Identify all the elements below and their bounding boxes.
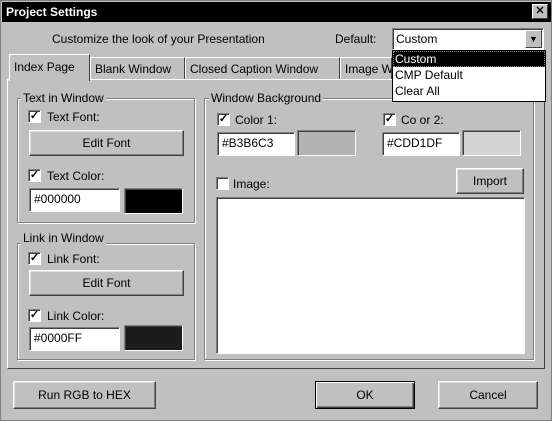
text-edit-font-button[interactable]: Edit Font (29, 130, 184, 156)
link-font-checkbox[interactable]: ✓ (28, 252, 41, 265)
image-checkbox[interactable] (216, 177, 229, 190)
link-color-checkbox[interactable]: ✓ (28, 309, 41, 322)
color2-label: Co or 2: (401, 113, 444, 127)
color2-swatch[interactable] (462, 130, 521, 156)
default-select-value: Custom (396, 32, 438, 46)
color1-label: Color 1: (235, 113, 278, 127)
default-select[interactable]: Custom ▼ (392, 28, 544, 50)
color2-checkbox[interactable]: ✓ (383, 113, 396, 126)
header-text: Customize the look of your Presentation (52, 32, 265, 46)
link-color-label: Link Color: (47, 309, 105, 323)
color1-swatch[interactable] (297, 130, 356, 156)
tab-panel: Text in Window ✓ Text Font: Edit Font ✓ … (7, 79, 545, 369)
text-color-swatch[interactable] (124, 188, 183, 214)
import-button[interactable]: Import (456, 168, 524, 194)
link-font-label: Link Font: (47, 252, 100, 266)
chevron-down-icon[interactable]: ▼ (525, 30, 542, 48)
image-label: Image: (233, 177, 270, 191)
link-in-window-label: Link in Window (21, 231, 106, 245)
color1-input[interactable]: #B3B6C3 (217, 132, 295, 156)
link-edit-font-button[interactable]: Edit Font (29, 270, 184, 296)
run-rgb-to-hex-button[interactable]: Run RGB to HEX (13, 381, 156, 409)
tab-image-window[interactable]: Image W (340, 57, 392, 79)
text-font-checkbox[interactable]: ✓ (28, 110, 41, 123)
default-dropdown-list: Custom CMP Default Clear All (392, 50, 546, 102)
image-preview-area (216, 197, 525, 354)
project-settings-dialog: Project Settings ✕ Customize the look of… (0, 0, 552, 421)
text-font-label: Text Font: (47, 110, 100, 124)
dropdown-option-custom[interactable]: Custom (393, 51, 545, 67)
tab-index-page[interactable]: Index Page (9, 54, 90, 81)
text-in-window-label: Text in Window (21, 91, 106, 105)
text-color-input[interactable]: #000000 (29, 188, 120, 212)
ok-button[interactable]: OK (315, 381, 415, 409)
window-background-label: Window Background (209, 91, 324, 105)
default-label: Default: (335, 32, 377, 46)
text-color-label: Text Color: (47, 169, 105, 183)
dropdown-option-cmp-default[interactable]: CMP Default (393, 67, 545, 83)
color2-input[interactable]: #CDD1DF (382, 132, 460, 156)
color1-checkbox[interactable]: ✓ (217, 113, 230, 126)
cancel-button[interactable]: Cancel (438, 381, 538, 409)
link-color-input[interactable]: #0000FF (29, 327, 120, 351)
text-color-checkbox[interactable]: ✓ (28, 169, 41, 182)
window-title: Project Settings (6, 5, 98, 19)
title-bar: Project Settings ✕ (2, 2, 551, 22)
tab-closed-caption-window[interactable]: Closed Caption Window (185, 57, 340, 79)
link-color-swatch[interactable] (124, 325, 183, 351)
dropdown-option-clear-all[interactable]: Clear All (393, 83, 545, 99)
tab-blank-window[interactable]: Blank Window (90, 57, 185, 79)
close-icon[interactable]: ✕ (532, 4, 548, 19)
